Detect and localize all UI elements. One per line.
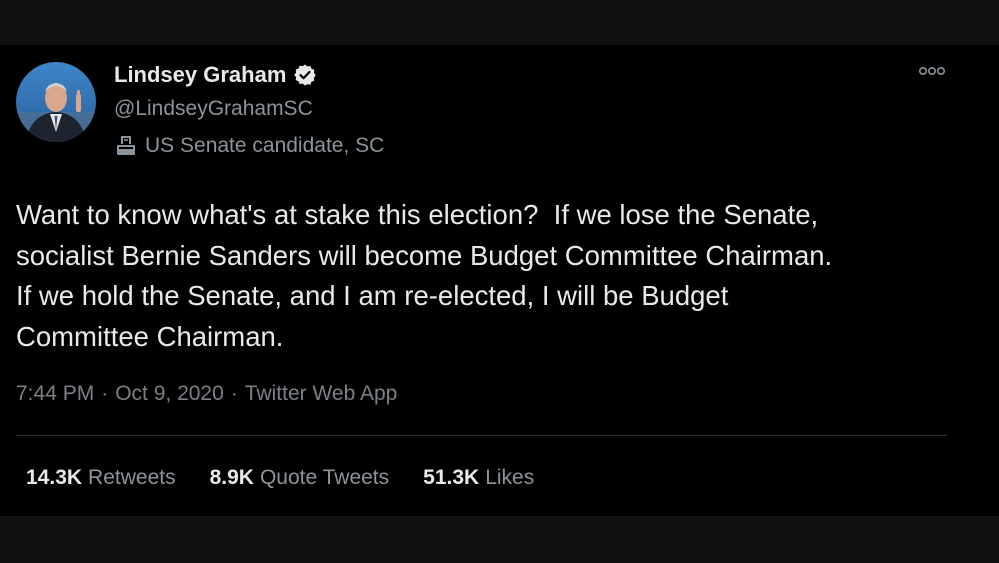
- name-line: Lindsey Graham: [114, 62, 317, 88]
- display-name[interactable]: Lindsey Graham: [114, 62, 286, 88]
- retweets-count: 14.3K: [26, 466, 83, 489]
- tweet-card: Lindsey Graham @LindseyGrahamSC US Senat…: [0, 45, 999, 516]
- account-label-text: US Senate candidate, SC: [145, 134, 385, 157]
- quote-tweets-label: Quote Tweets: [259, 466, 390, 489]
- engagement-stats: 14.3K Retweets 8.9K Quote Tweets 51.3K L…: [26, 466, 568, 490]
- likes-label: Likes: [485, 466, 535, 489]
- letterbox-bottom: [0, 516, 999, 563]
- likes-count: 51.3K: [423, 466, 480, 489]
- retweets-label: Retweets: [88, 466, 176, 489]
- avatar[interactable]: [16, 62, 96, 142]
- quote-tweets-stat[interactable]: 8.9K Quote Tweets: [210, 466, 390, 490]
- quote-tweets-count: 8.9K: [209, 466, 254, 489]
- handle[interactable]: @LindseyGrahamSC: [114, 97, 313, 121]
- meta-separator: ·: [101, 382, 109, 405]
- letterbox-top: [0, 0, 999, 45]
- tweet-time[interactable]: 7:44 PM: [16, 382, 94, 406]
- ballot-box-icon: [117, 136, 135, 155]
- account-label: US Senate candidate, SC: [114, 134, 384, 158]
- tweet-text: Want to know what's at stake this electi…: [16, 199, 833, 352]
- tweet-metadata: 7:44 PM · Oct 9, 2020 · Twitter Web App: [16, 382, 397, 406]
- tweet-date[interactable]: Oct 9, 2020: [115, 382, 224, 406]
- meta-separator: ·: [230, 382, 238, 405]
- tweet-source[interactable]: Twitter Web App: [245, 382, 398, 406]
- likes-stat[interactable]: 51.3K Likes: [423, 466, 534, 490]
- verified-badge-icon: [294, 64, 317, 86]
- retweets-stat[interactable]: 14.3K Retweets: [26, 466, 176, 490]
- more-options-icon[interactable]: [918, 65, 946, 77]
- divider: [16, 435, 947, 436]
